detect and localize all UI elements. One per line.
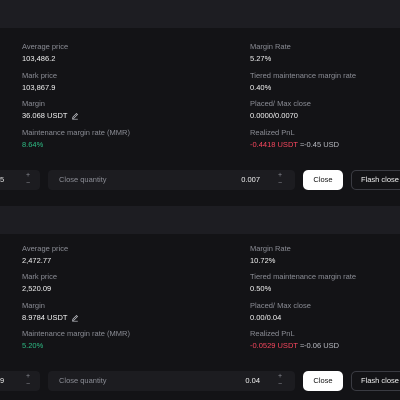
mmr-value: 8.64% [22,140,44,149]
mark-price-value: 103,867.9 [22,83,56,92]
close-quantity-input[interactable]: Close quantity 0.007 + − [48,170,295,190]
margin-field: Margin 8.9784 USDT [22,301,79,322]
placed-max-close-field: Placed/ Max close 0.0000/0.0070 [250,99,311,120]
margin-value-row: 8.9784 USDT [22,313,79,322]
margin-label: Margin [22,99,45,108]
margin-rate-label: Margin Rate [250,244,291,253]
leverage-input-value: 9 [0,376,5,385]
average-price-field: Average price 2,472.77 [22,244,68,265]
margin-field: Margin 36.068 USDT [22,99,79,120]
mmr-label: Maintenance margin rate (MMR) [22,128,130,137]
placed-max-close-label: Placed/ Max close [250,99,311,108]
mmr-field: Maintenance margin rate (MMR) 8.64% [22,128,130,149]
mmr-label: Maintenance margin rate (MMR) [22,329,130,338]
leverage-input[interactable]: 9 + − [0,371,40,391]
realized-pnl-value: -0.4418 USDT [250,140,298,149]
realized-pnl-value: -0.0529 USDT [250,341,298,350]
realized-pnl-row: -0.4418 USDT ≈-0.45 USD [250,140,339,149]
edit-margin-pencil-icon[interactable] [71,112,79,120]
close-quantity-placeholder: Close quantity [59,175,107,184]
tiered-mmr-value: 0.40% [250,83,272,92]
close-button[interactable]: Close [303,170,343,190]
realized-pnl-approx: ≈-0.45 USD [299,140,340,149]
mmr-field: Maintenance margin rate (MMR) 5.20% [22,329,130,350]
close-quantity-placeholder: Close quantity [59,376,107,385]
placed-max-close-label: Placed/ Max close [250,301,311,310]
realized-pnl-label: Realized PnL [250,128,295,137]
margin-label: Margin [22,301,45,310]
margin-value-row: 36.068 USDT [22,111,79,120]
close-quantity-value: 0.04 [245,376,260,385]
tiered-mmr-label: Tiered maintenance margin rate [250,71,357,80]
margin-rate-label: Margin Rate [250,42,291,51]
average-price-label: Average price [22,42,69,51]
flash-close-button[interactable]: Flash close [351,170,400,190]
realized-pnl-label: Realized PnL [250,329,295,338]
average-price-field: Average price 103,486.2 [22,42,68,63]
average-price-value: 103,486.2 [22,54,56,63]
close-quantity-stepper: + − [276,373,284,389]
increment-plus-icon[interactable]: + [24,373,32,381]
mark-price-label: Mark price [22,71,58,80]
tiered-mmr-field: Tiered maintenance margin rate 0.50% [250,272,356,293]
realized-pnl-approx: ≈-0.06 USD [299,341,340,350]
tiered-mmr-field: Tiered maintenance margin rate 0.40% [250,71,356,92]
decrement-minus-icon[interactable]: − [276,180,284,188]
close-quantity-stepper: + − [276,172,284,188]
mark-price-field: Mark price 103,867.9 [22,71,57,92]
placed-max-close-field: Placed/ Max close 0.00/0.04 [250,301,311,322]
realized-pnl-row: -0.0529 USDT ≈-0.06 USD [250,341,339,350]
placed-max-close-value: 0.0000/0.0070 [250,111,298,120]
decrement-minus-icon[interactable]: − [24,381,32,389]
position-header-strip [0,206,400,234]
close-quantity-value: 0.007 [241,175,260,184]
realized-pnl-field: Realized PnL -0.4418 USDT ≈-0.45 USD [250,128,339,149]
leverage-stepper: + − [24,373,32,389]
placed-max-close-value: 0.00/0.04 [250,313,282,322]
tiered-mmr-value: 0.50% [250,284,272,293]
position-header-strip [0,0,400,28]
margin-rate-value: 10.72% [250,256,276,265]
leverage-input-value: 5 [0,175,5,184]
average-price-label: Average price [22,244,69,253]
margin-rate-value: 5.27% [250,54,272,63]
close-quantity-input[interactable]: Close quantity 0.04 + − [48,371,295,391]
mark-price-value: 2,520.09 [22,284,52,293]
increment-plus-icon[interactable]: + [276,172,284,180]
margin-rate-field: Margin Rate 10.72% [250,244,291,265]
flash-close-button[interactable]: Flash close [351,371,400,391]
margin-value: 8.9784 USDT [22,313,68,322]
mark-price-label: Mark price [22,272,58,281]
close-button[interactable]: Close [303,371,343,391]
decrement-minus-icon[interactable]: − [24,180,32,188]
realized-pnl-field: Realized PnL -0.0529 USDT ≈-0.06 USD [250,329,339,350]
leverage-stepper: + − [24,172,32,188]
tiered-mmr-label: Tiered maintenance margin rate [250,272,357,281]
increment-plus-icon[interactable]: + [24,172,32,180]
mark-price-field: Mark price 2,520.09 [22,272,57,293]
increment-plus-icon[interactable]: + [276,373,284,381]
average-price-value: 2,472.77 [22,256,52,265]
edit-margin-pencil-icon[interactable] [71,314,79,322]
margin-value: 36.068 USDT [22,111,68,120]
mmr-value: 5.20% [22,341,44,350]
leverage-input[interactable]: 5 + − [0,170,40,190]
decrement-minus-icon[interactable]: − [276,381,284,389]
positions-panel: Average price 103,486.2 Mark price 103,8… [0,0,400,400]
margin-rate-field: Margin Rate 5.27% [250,42,291,63]
